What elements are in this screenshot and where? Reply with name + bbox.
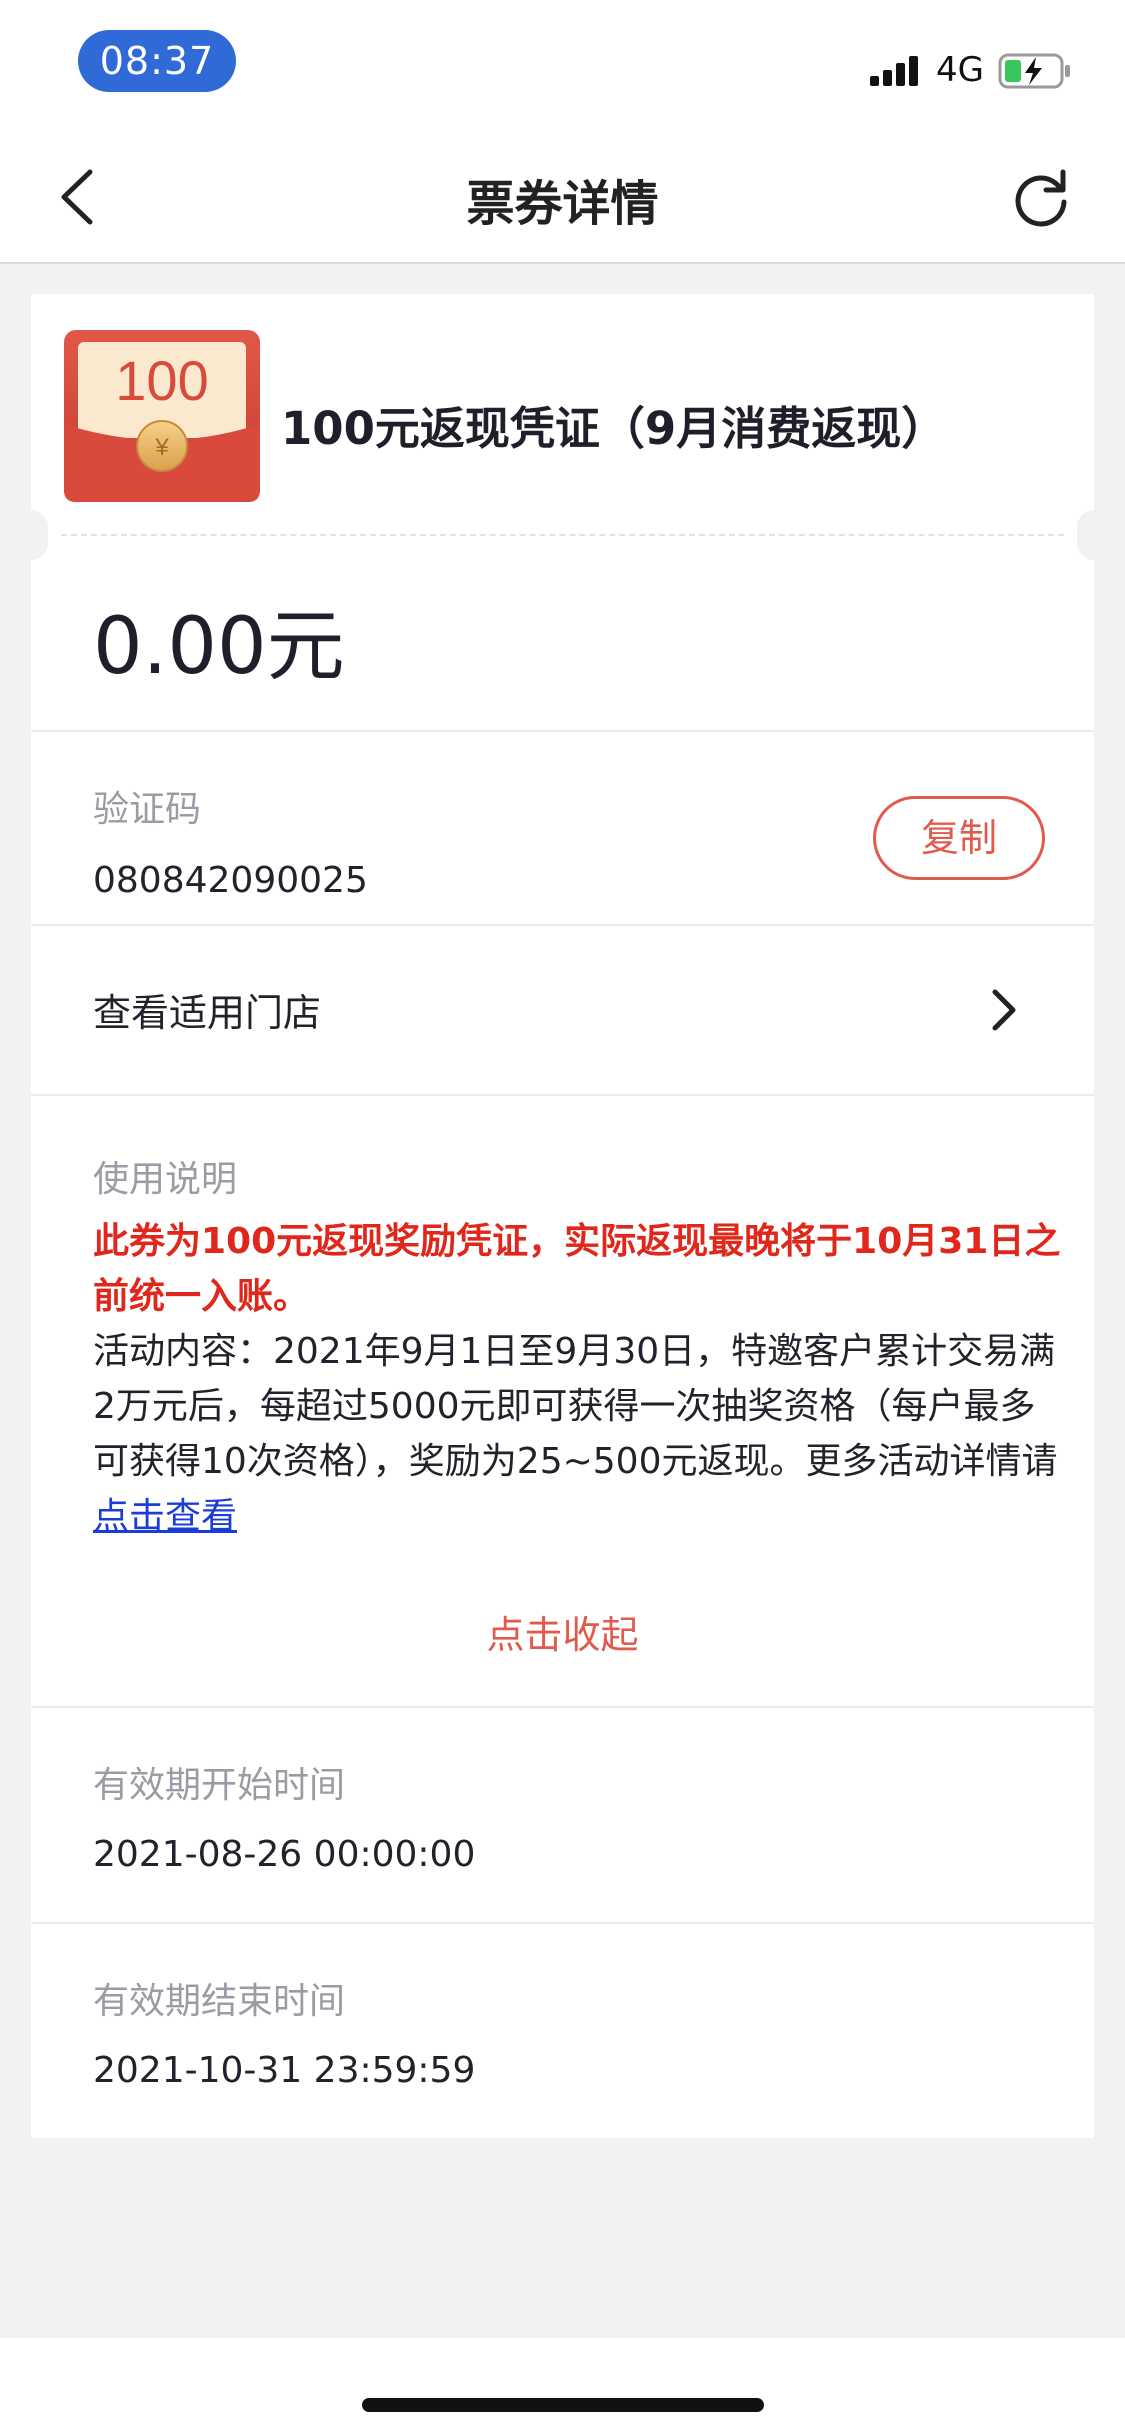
instructions-label: 使用说明	[93, 1159, 238, 1200]
red-envelope-coupon-icon: 100 ¥	[64, 330, 260, 502]
divider	[31, 1922, 1094, 1924]
divider	[31, 1094, 1094, 1096]
status-time: 08:37	[78, 30, 236, 92]
verification-code-label: 验证码	[93, 789, 202, 830]
validity-start-label: 有效期开始时间	[93, 1765, 346, 1806]
ticket-notch-right	[1077, 510, 1111, 560]
network-type: 4G	[936, 50, 984, 90]
validity-end-label: 有效期结束时间	[93, 1981, 346, 2022]
divider	[31, 1706, 1094, 1708]
status-bar: 08:37 4G	[0, 0, 1125, 130]
coupon-header: 100 ¥ 100元返现凭证（9月消费返现）	[31, 294, 1094, 534]
instructions-text: 活动内容：2021年9月1日至9月30日，特邀客户累计交易满2万元后，每超过50…	[93, 1331, 1058, 1482]
instructions-body: 此券为100元返现奖励凭证，实际返现最晚将于10月31日之前统一入账。 活动内容…	[93, 1214, 1071, 1544]
home-indicator[interactable]	[362, 2398, 764, 2412]
divider	[31, 730, 1094, 732]
ticket-dashed-divider	[61, 534, 1064, 536]
ticket-notch-left	[14, 510, 48, 560]
coupon-icon-amount: 100	[115, 349, 208, 412]
refresh-icon[interactable]	[1010, 166, 1072, 228]
validity-end-value: 2021-10-31 23:59:59	[93, 2050, 476, 2091]
coupon-title: 100元返现凭证（9月消费返现）	[281, 402, 947, 455]
copy-button[interactable]: 复制	[873, 796, 1045, 880]
validity-start-value: 2021-08-26 00:00:00	[93, 1834, 476, 1875]
verification-code-value: 080842090025	[93, 860, 368, 901]
chevron-right-icon	[992, 989, 1016, 1031]
coupon-icon-currency: ¥	[154, 434, 169, 461]
page-title: 票券详情	[466, 176, 659, 232]
view-details-link[interactable]: 点击查看	[93, 1496, 237, 1537]
coupon-card: 100 ¥ 100元返现凭证（9月消费返现） 0.00元 验证码 0808420…	[14, 294, 1111, 2138]
instructions-highlight: 此券为100元返现奖励凭证，实际返现最晚将于10月31日之前统一入账。	[93, 1221, 1061, 1317]
home-indicator-area	[0, 2338, 1125, 2435]
coupon-amount: 0.00元	[93, 602, 345, 692]
battery-charging-icon	[998, 53, 1070, 89]
signal-icon	[870, 56, 918, 86]
nav-bar: 票券详情	[0, 130, 1125, 264]
applicable-stores-row[interactable]: 查看适用门店	[31, 926, 1094, 1094]
collapse-link[interactable]: 点击收起	[31, 1604, 1094, 1659]
applicable-stores-label: 查看适用门店	[93, 991, 322, 1035]
